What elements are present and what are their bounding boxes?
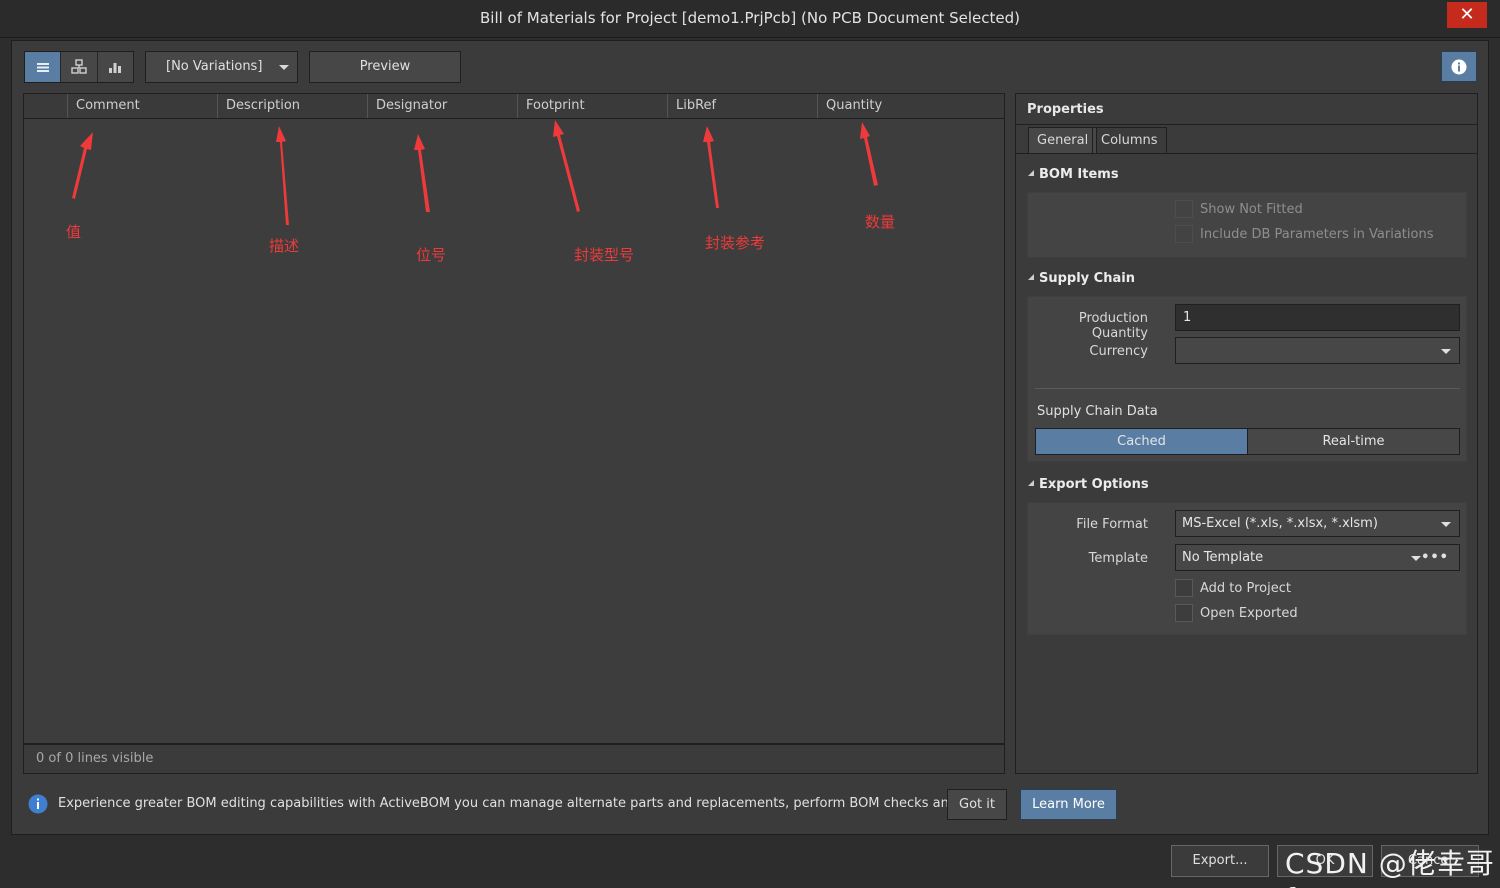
file-format-value: MS-Excel (*.xls, *.xlsx, *.xlsm) [1182, 516, 1378, 531]
include-db-params-checkbox[interactable] [1175, 225, 1193, 243]
window-title: Bill of Materials for Project [demo1.Prj… [480, 9, 1020, 27]
section-supply-chain[interactable]: Supply Chain [1028, 271, 1135, 286]
annotation-designator: 位号 [416, 246, 447, 264]
variations-dropdown[interactable]: [No Variations] [145, 51, 298, 83]
divider [1016, 124, 1477, 125]
file-format-label: File Format [1076, 517, 1148, 532]
divider [1035, 388, 1460, 389]
add-to-project-checkbox[interactable] [1175, 579, 1193, 597]
column-comment[interactable]: Comment [67, 94, 217, 118]
annotation-description: 描述 [269, 237, 300, 255]
show-not-fitted-checkbox[interactable] [1175, 200, 1193, 218]
currency-label: Currency [1089, 344, 1148, 359]
close-icon: ✕ [1459, 4, 1475, 25]
annotation-footprint: 封装型号 [574, 246, 635, 264]
chevron-down-icon [1411, 556, 1421, 561]
divider [1016, 153, 1477, 154]
activebom-info-bar: Experience greater BOM editing capabilit… [23, 784, 1478, 825]
collapse-triangle-icon [1028, 169, 1034, 176]
grid-status: 0 of 0 lines visible [23, 744, 1005, 774]
tab-columns[interactable]: Columns [1092, 127, 1167, 154]
more-options-icon[interactable]: ••• [1421, 545, 1449, 570]
section-supply-chain-label: Supply Chain [1039, 271, 1135, 286]
bar-chart-icon [109, 63, 122, 73]
include-db-params-label: Include DB Parameters in Variations [1200, 227, 1434, 242]
collapse-triangle-icon [1028, 273, 1034, 280]
template-select[interactable]: No Template ••• [1175, 544, 1460, 571]
bom-grid: Comment Description Designator Footprint… [23, 93, 1005, 744]
info-button[interactable] [1441, 51, 1477, 82]
grid-header: Comment Description Designator Footprint… [24, 94, 1004, 119]
annotation-libref: 封装参考 [705, 234, 766, 252]
bom-items-box: Show Not Fitted Include DB Parameters in… [1027, 192, 1467, 258]
annotation-comment: 值 [66, 223, 82, 241]
got-it-button[interactable]: Got it [947, 789, 1007, 820]
view-mode-group [24, 51, 134, 83]
variations-value: [No Variations] [166, 59, 263, 74]
close-button[interactable]: ✕ [1447, 2, 1487, 28]
column-designator[interactable]: Designator [367, 94, 517, 118]
production-quantity-input[interactable]: 1 [1175, 304, 1460, 331]
template-value: No Template [1182, 550, 1264, 565]
template-label: Template [1088, 551, 1148, 566]
section-export-options[interactable]: Export Options [1028, 477, 1149, 492]
chart-view-button[interactable] [98, 52, 133, 82]
export-options-box: File Format MS-Excel (*.xls, *.xlsx, *.x… [1027, 502, 1467, 635]
column-quantity[interactable]: Quantity [817, 94, 1003, 118]
flat-view-icon [36, 63, 49, 72]
add-to-project-label: Add to Project [1200, 581, 1291, 596]
file-format-select[interactable]: MS-Excel (*.xls, *.xlsx, *.xlsm) [1175, 510, 1460, 537]
column-description[interactable]: Description [217, 94, 367, 118]
learn-more-button[interactable]: Learn More [1020, 789, 1117, 820]
supply-chain-box: Production Quantity 1 Currency Supply Ch… [1027, 296, 1467, 462]
section-bom-items[interactable]: BOM Items [1028, 167, 1119, 182]
grouped-view-button[interactable] [61, 52, 98, 82]
open-exported-checkbox[interactable] [1175, 604, 1193, 622]
chevron-down-icon [279, 65, 289, 70]
section-bom-items-label: BOM Items [1039, 167, 1119, 182]
flat-view-button[interactable] [25, 52, 62, 82]
supply-chain-data-label: Supply Chain Data [1037, 404, 1158, 419]
collapse-triangle-icon [1028, 479, 1034, 486]
column-footprint[interactable]: Footprint [517, 94, 667, 118]
csdn-watermark: CSDN @佬幸哥f [1285, 847, 1495, 888]
open-exported-label: Open Exported [1200, 606, 1298, 621]
info-icon [1451, 59, 1467, 74]
annotation-quantity: 数量 [865, 213, 896, 231]
tab-general[interactable]: General [1028, 127, 1098, 154]
properties-panel: Properties General Columns BOM Items Sho… [1015, 93, 1478, 774]
export-button[interactable]: Export... [1171, 845, 1269, 877]
currency-select[interactable] [1175, 337, 1460, 364]
grouped-view-icon [71, 59, 87, 74]
realtime-toggle[interactable]: Real-time [1247, 428, 1460, 455]
info-message: Experience greater BOM editing capabilit… [58, 796, 1000, 811]
title-bar: Bill of Materials for Project [demo1.Prj… [0, 0, 1500, 38]
column-libref[interactable]: LibRef [667, 94, 817, 118]
properties-title: Properties [1027, 102, 1104, 117]
preview-button[interactable]: Preview [309, 51, 461, 83]
cached-toggle[interactable]: Cached [1035, 428, 1248, 455]
production-quantity-label: Production Quantity [1078, 311, 1148, 341]
info-circle-icon [28, 794, 48, 814]
show-not-fitted-label: Show Not Fitted [1200, 202, 1303, 217]
section-export-options-label: Export Options [1039, 477, 1149, 492]
chevron-down-icon [1441, 349, 1451, 354]
chevron-down-icon [1441, 522, 1451, 527]
